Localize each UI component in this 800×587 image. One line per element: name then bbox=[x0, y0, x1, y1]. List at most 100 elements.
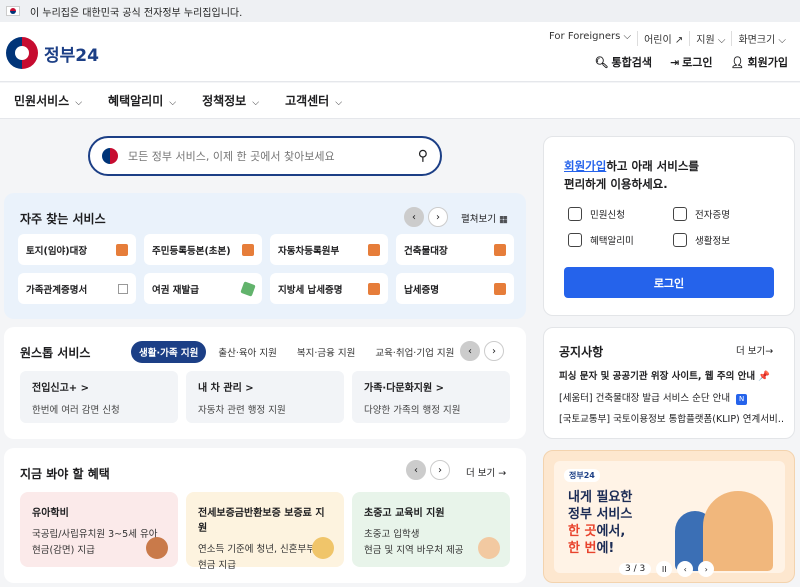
frequent-grid: 토지(임야)대장 주민등록등본(초본) 자동차등록원부 건축물대장 가족관계증명… bbox=[18, 234, 514, 304]
tile-title: 가족·다문화지원 > bbox=[364, 383, 445, 394]
notice-item[interactable]: [세움터] 건축물대장 발급 서비스 순단 안내 N bbox=[559, 390, 784, 405]
promo-banner: 정부24 내게 필요한 정부 서비스 한 곳에서, 한 번에! 3 / 3 II… bbox=[543, 450, 795, 583]
frequent-item[interactable]: 납세증명 bbox=[396, 273, 514, 304]
search-input[interactable] bbox=[128, 149, 418, 163]
carousel-nav: ‹ › bbox=[406, 460, 450, 480]
more-link[interactable]: 더 보기 → bbox=[466, 465, 506, 479]
people-illustration-icon bbox=[703, 491, 773, 571]
promo-text: 에! bbox=[596, 541, 615, 556]
prev-arrow-icon[interactable]: ‹ bbox=[406, 460, 426, 480]
next-arrow-icon[interactable]: › bbox=[698, 561, 715, 577]
nav-item-benefit[interactable]: 혜택알리미 ⌵ bbox=[108, 92, 176, 109]
onestop-tile[interactable]: 전입신고+ > 한번에 여러 감면 신청 bbox=[20, 371, 178, 423]
tile-title: 유아학비 bbox=[32, 508, 69, 519]
join-link[interactable]: 회원가입 bbox=[564, 159, 606, 173]
prev-arrow-icon[interactable]: ‹ bbox=[404, 207, 424, 227]
search-icon: 🔍︎ bbox=[594, 55, 609, 69]
gov-banner: 이 누리집은 대한민국 공식 전자정부 누리집입니다. bbox=[0, 0, 800, 22]
next-arrow-icon[interactable]: › bbox=[484, 341, 504, 361]
tile-title: 전입신고+ > bbox=[32, 383, 90, 394]
notice-item[interactable]: 피싱 문자 및 공공기관 위장 사이트, 웹 주의 안내 📌 bbox=[559, 368, 784, 382]
nav-label: 고객센터 bbox=[285, 94, 330, 108]
onestop-tile[interactable]: 내 차 관리 > 자동차 관련 행정 지원 bbox=[186, 371, 344, 423]
login-link[interactable]: ⇥ 로그인 bbox=[670, 54, 713, 70]
search-link-label: 통합검색 bbox=[611, 56, 652, 69]
search-icon[interactable]: ⚲ bbox=[418, 148, 428, 164]
service-item[interactable]: 생활정보 bbox=[673, 233, 778, 247]
section-title: 지금 봐야 할 혜택 bbox=[20, 467, 110, 481]
section-title: 공지사항 bbox=[559, 345, 604, 359]
benefit-tile[interactable]: 전세보증금반환보증 보증료 지원 연소득 기준에 청년, 신혼부부 등 현금 지급 bbox=[186, 492, 344, 571]
bear-illustration-icon bbox=[146, 537, 168, 559]
frequent-item[interactable]: 가족관계증명서 bbox=[18, 273, 136, 304]
tab-education-job[interactable]: 교육·취업·기업 지원 bbox=[367, 341, 462, 363]
notice-item[interactable]: [국토교통부] 국토이용정보 통합플랫폼(KLIP) 연계서비… bbox=[559, 411, 784, 425]
logo[interactable]: 정부24 bbox=[6, 37, 99, 69]
frequent-item[interactable]: 주민등록등본(초본) bbox=[144, 234, 262, 265]
section-title: 원스톱 서비스 bbox=[20, 346, 91, 360]
login-prompt-text: 편리하게 이용하세요. bbox=[564, 177, 668, 191]
frequent-item-label: 지방세 납세증명 bbox=[278, 284, 343, 296]
expand-button[interactable]: 펼쳐보기 ▦ bbox=[461, 211, 508, 225]
document-icon bbox=[368, 282, 380, 295]
frequent-services: 자주 찾는 서비스 ‹ › 펼쳐보기 ▦ 토지(임야)대장 주민등록등본(초본)… bbox=[4, 193, 526, 319]
document-icon bbox=[494, 282, 506, 295]
frequent-item[interactable]: 토지(임야)대장 bbox=[18, 234, 136, 265]
search-bar: ⚲ bbox=[88, 136, 442, 176]
prev-arrow-icon[interactable]: ‹ bbox=[460, 341, 480, 361]
document-icon bbox=[368, 243, 380, 256]
service-item[interactable]: 전자증명 bbox=[673, 207, 778, 221]
gov-emblem-icon bbox=[6, 37, 38, 69]
promo-logo: 정부24 bbox=[564, 469, 600, 482]
onestop-tile[interactable]: 가족·다문화지원 > 다양한 가족의 행정 지원 bbox=[352, 371, 510, 423]
section-title: 자주 찾는 서비스 bbox=[20, 212, 106, 226]
promo-image[interactable]: 정부24 내게 필요한 정부 서비스 한 곳에서, 한 번에! bbox=[554, 461, 785, 573]
user-plus-icon: 👤︎ bbox=[730, 55, 745, 69]
service-item[interactable]: 민원신청 bbox=[568, 207, 673, 221]
header-actions: 🔍︎ 통합검색 ⇥ 로그인 👤︎ 회원가입 bbox=[595, 54, 789, 70]
tab-birth-childcare[interactable]: 출산·육아 지원 bbox=[210, 341, 284, 363]
join-link[interactable]: 👤︎ 회원가입 bbox=[731, 54, 788, 70]
nav-item-support[interactable]: 고객센터 ⌵ bbox=[285, 92, 342, 109]
next-arrow-icon[interactable]: › bbox=[428, 207, 448, 227]
student-illustration-icon bbox=[478, 537, 500, 559]
for-foreigners-link[interactable]: For Foreigners ⌵ bbox=[543, 31, 637, 46]
next-arrow-icon[interactable]: › bbox=[430, 460, 450, 480]
kids-link[interactable]: 어린이 ↗ bbox=[637, 31, 689, 46]
tab-welfare-finance[interactable]: 복지·금융 지원 bbox=[289, 341, 363, 363]
benefit-tile[interactable]: 초중고 교육비 지원 초중고 입학생 현금 및 지역 바우처 제공 bbox=[352, 492, 510, 567]
more-link[interactable]: 더 보기→ bbox=[736, 343, 773, 357]
document-icon bbox=[116, 243, 128, 256]
page-indicator: 3 / 3 bbox=[619, 563, 652, 575]
frequent-item[interactable]: 건축물대장 bbox=[396, 234, 514, 265]
service-label: 생활정보 bbox=[695, 236, 730, 247]
promo-text: 정부 서비스 bbox=[568, 507, 633, 522]
promo-text: 한 곳 bbox=[568, 524, 597, 539]
nav-item-policy[interactable]: 정책정보 ⌵ bbox=[202, 92, 259, 109]
login-button[interactable]: 로그인 bbox=[564, 267, 774, 298]
calendar-icon bbox=[673, 233, 687, 247]
korea-flag-icon bbox=[6, 6, 20, 16]
gov-emblem-icon bbox=[102, 148, 118, 164]
prev-arrow-icon[interactable]: ‹ bbox=[677, 561, 694, 577]
benefit-tile[interactable]: 유아학비 국공립/사립유치원 3~5세 유아 현금(감면) 지급 bbox=[20, 492, 178, 567]
tab-life-family[interactable]: 생활·가족 지원 bbox=[131, 341, 207, 363]
search-link[interactable]: 🔍︎ 통합검색 bbox=[595, 54, 652, 70]
support-menu[interactable]: 지원 ⌵ bbox=[689, 31, 731, 46]
pause-icon[interactable]: II bbox=[656, 561, 673, 577]
nav-item-civil[interactable]: 민원서비스 ⌵ bbox=[14, 92, 82, 109]
frequent-item[interactable]: 여권 재발급 bbox=[144, 273, 262, 304]
service-item[interactable]: 혜택알리미 bbox=[568, 233, 673, 247]
mail-icon bbox=[568, 207, 582, 221]
login-box: 회원가입하고 아래 서비스를 편리하게 이용하세요. 민원신청 전자증명 혜택알… bbox=[543, 136, 795, 316]
frequent-item-label: 납세증명 bbox=[404, 284, 439, 296]
frequent-item[interactable]: 지방세 납세증명 bbox=[270, 273, 388, 304]
tile-desc: 자동차 관련 행정 지원 bbox=[198, 405, 286, 416]
font-size-menu[interactable]: 화면크기 ⌵ bbox=[731, 31, 792, 46]
service-label: 전자증명 bbox=[695, 210, 730, 221]
frequent-item[interactable]: 자동차등록원부 bbox=[270, 234, 388, 265]
tile-title: 내 차 관리 > bbox=[198, 383, 254, 394]
certificate-icon bbox=[673, 207, 687, 221]
promo-text: 에서, bbox=[596, 524, 626, 539]
main-nav: 민원서비스 ⌵ 혜택알리미 ⌵ 정책정보 ⌵ 고객센터 ⌵ bbox=[0, 83, 800, 119]
